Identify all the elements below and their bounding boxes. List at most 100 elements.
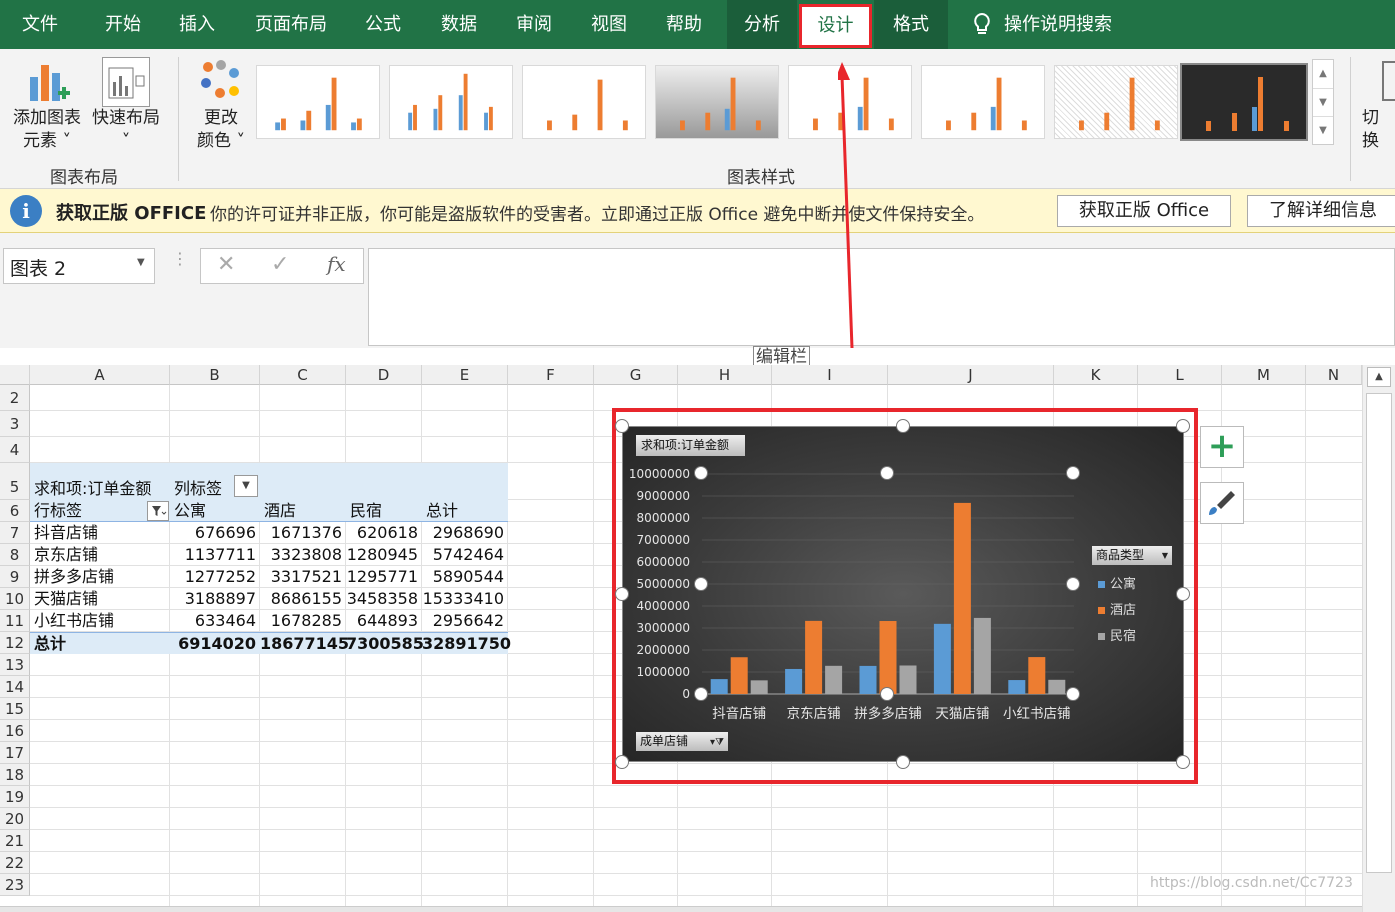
resize-handle[interactable]: [896, 419, 910, 433]
axis-field-button[interactable]: 成单店铺 ▾⧩: [636, 732, 728, 751]
axis-filter-icon[interactable]: ▾⧩: [710, 733, 724, 752]
row-header-13[interactable]: 13: [0, 654, 30, 676]
gallery-down-icon[interactable]: ▼: [1313, 88, 1333, 116]
row-header-5[interactable]: 5: [0, 463, 30, 500]
col-header-n[interactable]: N: [1306, 365, 1362, 385]
row-header-16[interactable]: 16: [0, 720, 30, 742]
gallery-more-icon[interactable]: ▼: [1313, 116, 1333, 144]
col-header-e[interactable]: E: [422, 365, 508, 385]
bar-0-0[interactable]: [710, 679, 728, 694]
bar-1-0[interactable]: [730, 657, 748, 694]
resize-handle[interactable]: [615, 419, 629, 433]
tab-format[interactable]: 格式: [874, 0, 948, 49]
chart-styles-brush-icon[interactable]: [1200, 482, 1244, 524]
resize-handle[interactable]: [896, 755, 910, 769]
row-header-2[interactable]: 2: [0, 385, 30, 411]
row-header-6[interactable]: 6: [0, 500, 30, 522]
column-filter-dropdown-icon[interactable]: ▼: [234, 475, 258, 497]
formula-input[interactable]: [368, 248, 1395, 346]
chart-style-7[interactable]: [1054, 65, 1178, 139]
chart-style-6[interactable]: [921, 65, 1045, 139]
chart-style-2[interactable]: [389, 65, 513, 139]
name-box[interactable]: 图表 2 ▼: [3, 248, 155, 284]
col-header-c[interactable]: C: [260, 365, 346, 385]
bar-0-3[interactable]: [933, 623, 951, 694]
row-header-10[interactable]: 10: [0, 588, 30, 610]
bar-2-4[interactable]: [1048, 679, 1066, 694]
row-header-12[interactable]: 12: [0, 632, 30, 654]
row-header-18[interactable]: 18: [0, 764, 30, 786]
enter-icon[interactable]: ✓: [271, 252, 289, 277]
resize-handle[interactable]: [1176, 419, 1190, 433]
add-chart-element-button[interactable]: 添加图表 元素 ˅: [6, 107, 88, 153]
legend-field-button[interactable]: 商品类型 ▼: [1092, 546, 1172, 565]
col-header-g[interactable]: G: [594, 365, 678, 385]
quick-layout-button[interactable]: 快速布局 ˅: [86, 107, 166, 153]
row-header-23[interactable]: 23: [0, 874, 30, 896]
row-header-14[interactable]: 14: [0, 676, 30, 698]
col-header-i[interactable]: I: [772, 365, 888, 385]
learn-more-button[interactable]: 了解详细信息: [1247, 195, 1395, 227]
plot-handle[interactable]: [694, 687, 708, 701]
row-header-17[interactable]: 17: [0, 742, 30, 764]
tab-insert[interactable]: 插入: [166, 0, 228, 49]
tab-design[interactable]: 设计: [799, 4, 872, 48]
tab-help[interactable]: 帮助: [652, 0, 716, 49]
change-colors-button[interactable]: 更改 颜色 ˅: [186, 107, 256, 153]
bar-2-0[interactable]: [750, 680, 768, 694]
chart-style-1[interactable]: [256, 65, 380, 139]
bar-2-1[interactable]: [825, 665, 843, 694]
plot-handle[interactable]: [694, 466, 708, 480]
col-header-h[interactable]: H: [678, 365, 772, 385]
row-header-7[interactable]: 7: [0, 522, 30, 544]
bar-2-2[interactable]: [899, 665, 917, 694]
row-header-21[interactable]: 21: [0, 830, 30, 852]
bar-1-4[interactable]: [1028, 657, 1046, 694]
tab-page-layout[interactable]: 页面布局: [245, 0, 337, 49]
row-header-8[interactable]: 8: [0, 544, 30, 566]
tab-file[interactable]: 文件: [8, 0, 72, 49]
bar-0-1[interactable]: [785, 668, 803, 694]
tab-home[interactable]: 开始: [92, 0, 154, 49]
plot-handle[interactable]: [880, 466, 894, 480]
row-header-11[interactable]: 11: [0, 610, 30, 632]
row-filter-icon[interactable]: [147, 501, 169, 521]
plot-handle[interactable]: [1066, 687, 1080, 701]
row-header-20[interactable]: 20: [0, 808, 30, 830]
tab-data[interactable]: 数据: [426, 0, 492, 49]
bar-2-3[interactable]: [973, 617, 991, 694]
row-header-9[interactable]: 9: [0, 566, 30, 588]
col-header-k[interactable]: K: [1054, 365, 1138, 385]
plot-handle[interactable]: [694, 577, 708, 591]
tab-view[interactable]: 视图: [578, 0, 640, 49]
bar-0-2[interactable]: [859, 665, 877, 694]
chart-style-8-selected[interactable]: [1180, 63, 1308, 141]
vertical-scrollbar[interactable]: ▲: [1362, 365, 1395, 912]
resize-handle[interactable]: [1176, 587, 1190, 601]
switch-row-column-button[interactable]: 切换: [1362, 107, 1395, 153]
get-genuine-office-button[interactable]: 获取正版 Office: [1057, 195, 1231, 227]
name-box-dropdown-icon[interactable]: ▼: [137, 257, 145, 268]
scroll-up-icon[interactable]: ▲: [1367, 367, 1391, 387]
tab-formulas[interactable]: 公式: [350, 0, 416, 49]
row-header-3[interactable]: 3: [0, 411, 30, 437]
bar-1-1[interactable]: [805, 620, 823, 694]
resize-handle[interactable]: [1176, 755, 1190, 769]
tab-analyze[interactable]: 分析: [727, 0, 797, 49]
plot-handle[interactable]: [1066, 577, 1080, 591]
function-icon[interactable]: fx: [327, 252, 346, 276]
bar-1-3[interactable]: [953, 502, 971, 694]
col-header-j[interactable]: J: [888, 365, 1054, 385]
row-header-22[interactable]: 22: [0, 852, 30, 874]
col-header-b[interactable]: B: [170, 365, 260, 385]
scroll-thumb[interactable]: [1366, 393, 1392, 873]
col-header-m[interactable]: M: [1222, 365, 1306, 385]
select-all-corner[interactable]: [0, 365, 30, 385]
style-gallery-scroll[interactable]: ▲ ▼ ▼: [1312, 59, 1334, 145]
row-header-15[interactable]: 15: [0, 698, 30, 720]
tell-me-search[interactable]: 操作说明搜索: [1004, 0, 1124, 49]
chart-style-3[interactable]: [522, 65, 646, 139]
plot-handle[interactable]: [1066, 466, 1080, 480]
col-header-d[interactable]: D: [346, 365, 422, 385]
row-header-4[interactable]: 4: [0, 437, 30, 463]
